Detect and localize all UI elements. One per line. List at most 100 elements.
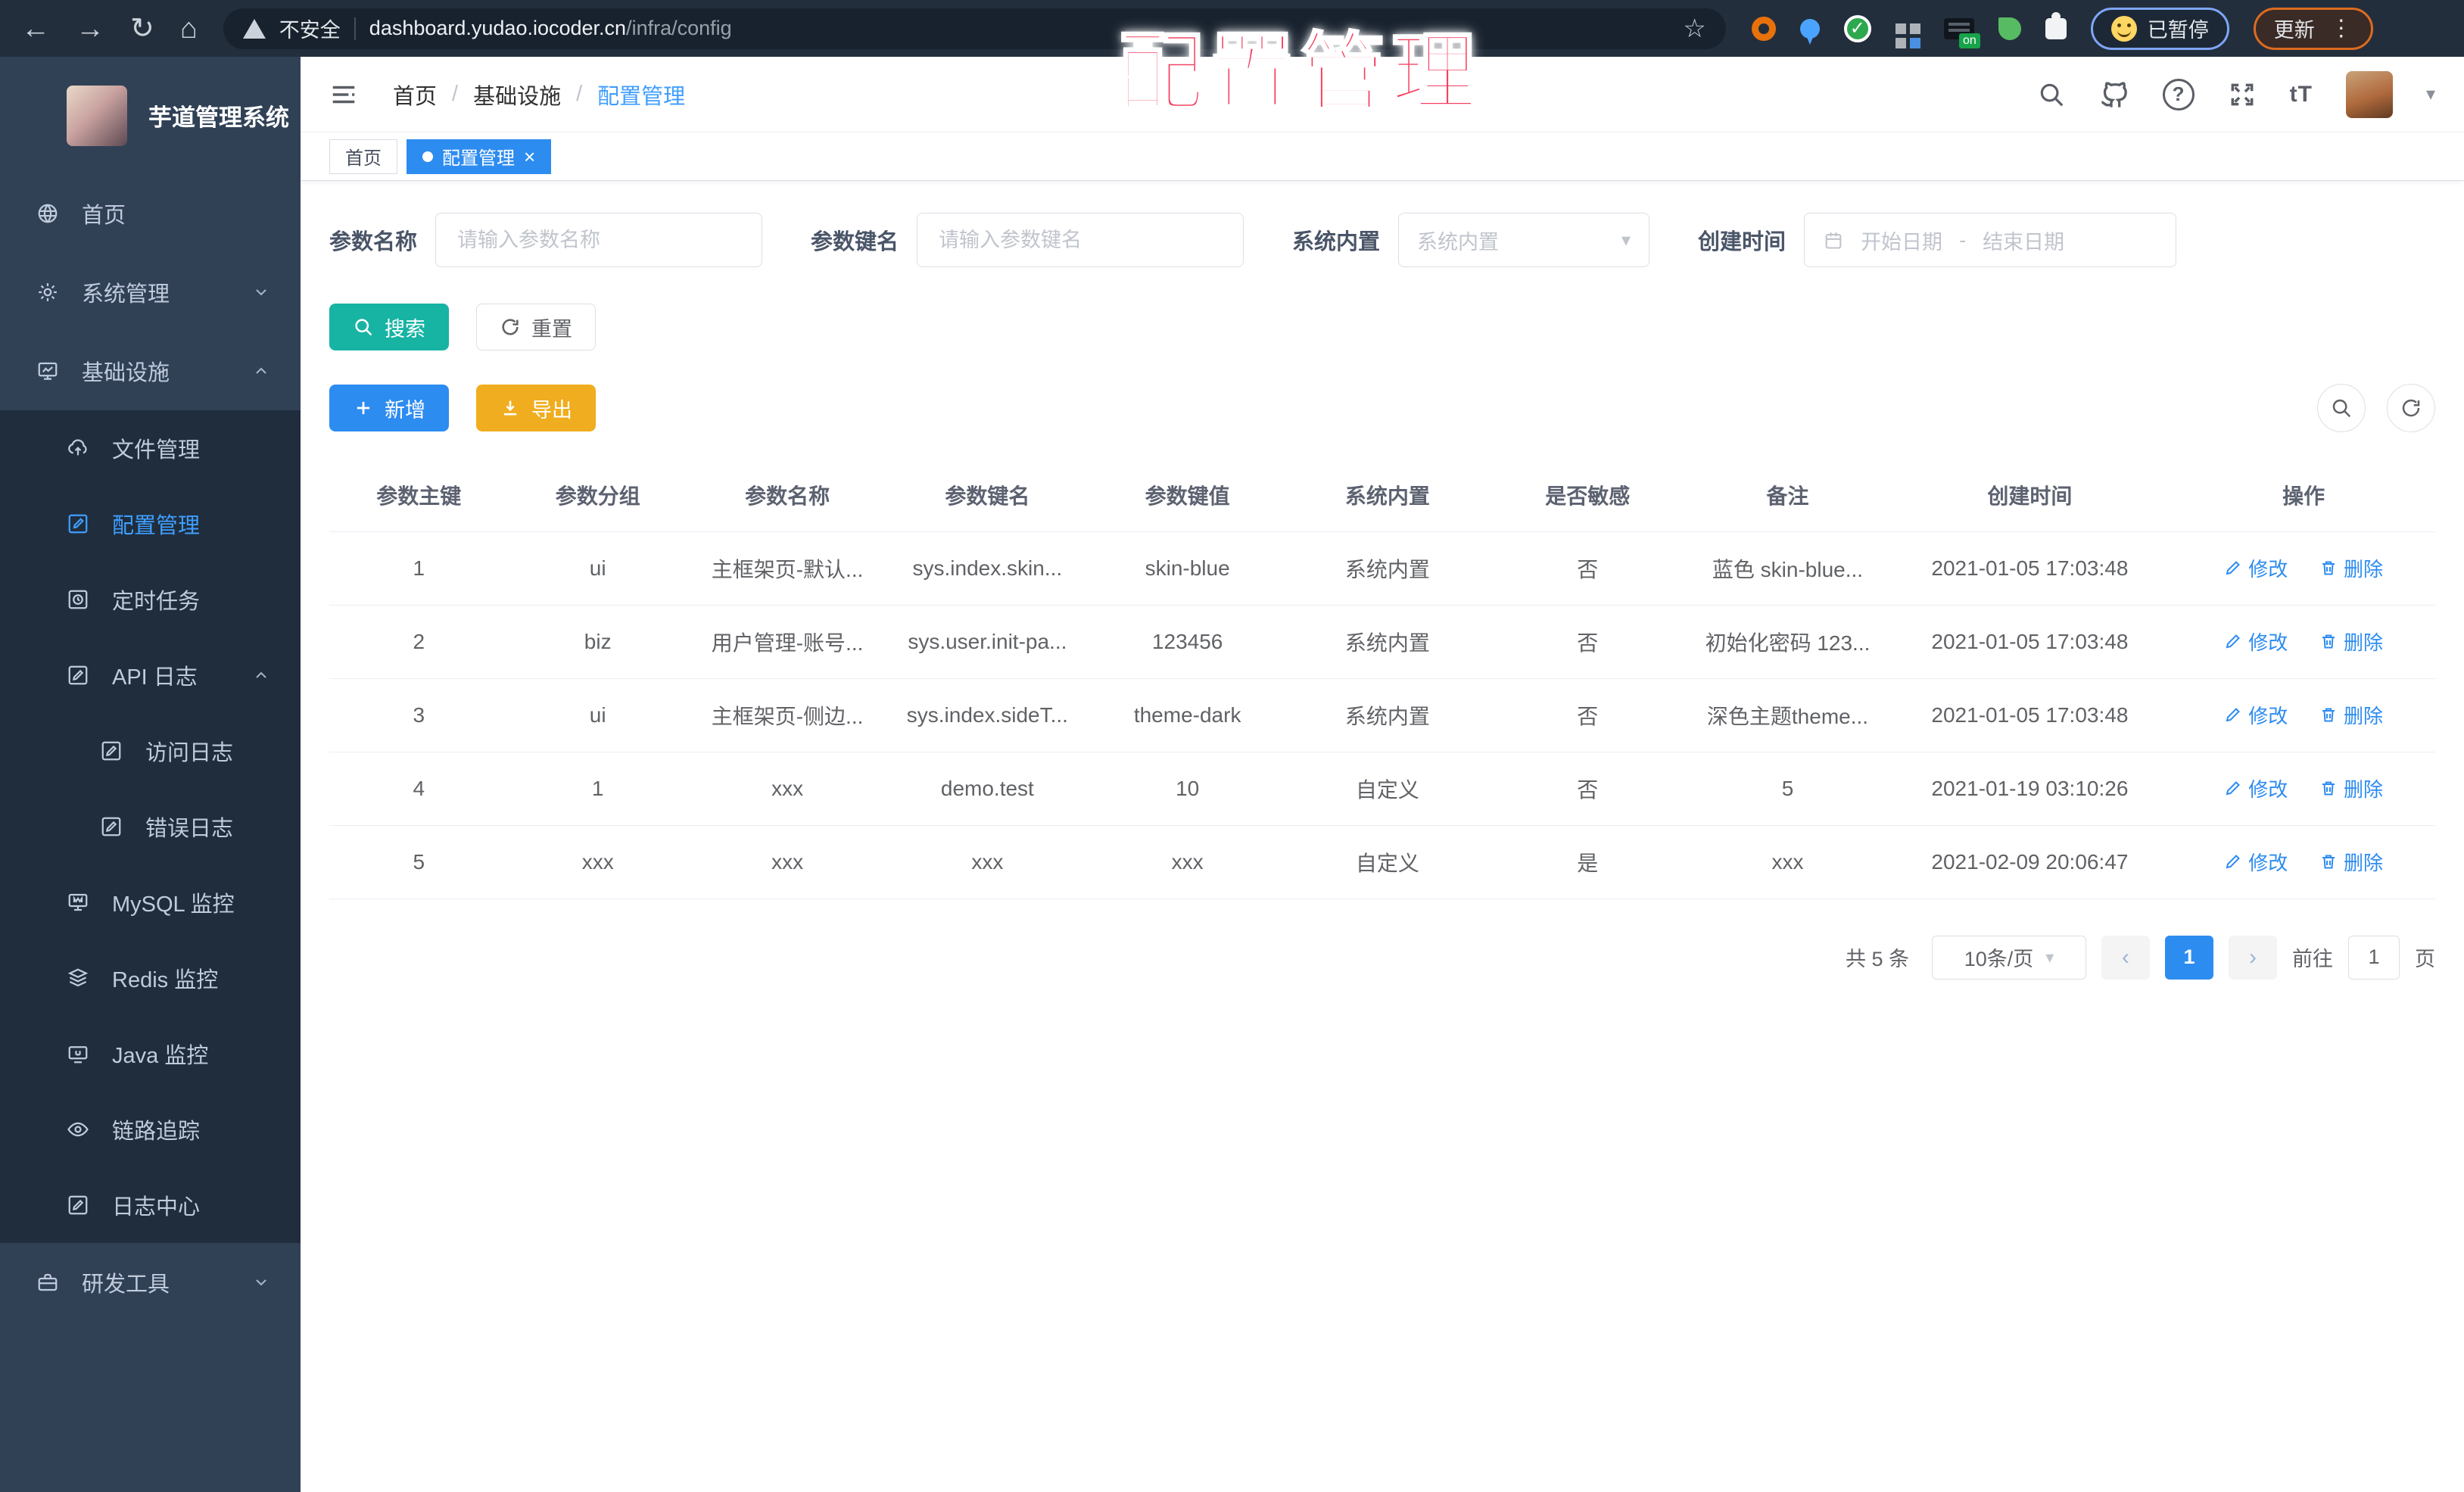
- search-button[interactable]: 搜索: [329, 304, 449, 350]
- pagination: 共 5 条 10条/页 ▾ ‹ 1 › 前往 页: [329, 935, 2435, 980]
- delete-link[interactable]: 删除: [2319, 554, 2383, 582]
- sidebar-item-label: 文件管理: [112, 438, 201, 463]
- security-warning-icon[interactable]: [242, 18, 266, 39]
- cell-value: theme-dark: [1087, 678, 1288, 752]
- edit-link[interactable]: 修改: [2224, 701, 2288, 729]
- trash-icon: [2322, 708, 2335, 722]
- sidebar-item-access-log[interactable]: 访问日志: [0, 713, 301, 789]
- breadcrumb-infra[interactable]: 基础设施: [473, 79, 561, 111]
- sidebar-item-label: 研发工具: [82, 1272, 170, 1297]
- url-path: /infra/config: [626, 17, 732, 39]
- extensions-puzzle-icon[interactable]: [2045, 11, 2067, 39]
- github-icon[interactable]: [2099, 79, 2129, 110]
- browser-update-button[interactable]: 更新 ⋮: [2253, 7, 2373, 50]
- sidebar-item-label: 系统管理: [82, 282, 170, 307]
- delete-link[interactable]: 删除: [2319, 774, 2383, 802]
- reset-button[interactable]: 重置: [476, 304, 596, 350]
- tag-label: 配置管理: [442, 148, 515, 169]
- sidebar-item-redis[interactable]: Redis 监控: [0, 940, 301, 1016]
- bookmark-star-icon[interactable]: ☆: [1683, 14, 1705, 44]
- edit-link[interactable]: 修改: [2224, 554, 2288, 582]
- sidebar-item-error-log[interactable]: 错误日志: [0, 789, 301, 864]
- edit-link[interactable]: 修改: [2224, 628, 2288, 656]
- chevron-up-icon: [256, 367, 266, 374]
- extension-grid-icon[interactable]: [1895, 23, 1906, 34]
- cell-created: 2021-01-05 17:03:48: [1887, 605, 2173, 679]
- user-menu-caret-icon[interactable]: ▾: [2426, 83, 2435, 105]
- refresh-table-button[interactable]: [2387, 384, 2435, 432]
- extension-check-icon[interactable]: ✓: [1843, 14, 1871, 42]
- font-size-icon[interactable]: tT: [2290, 82, 2313, 107]
- col-group: 参数分组: [508, 459, 687, 532]
- delete-link[interactable]: 删除: [2319, 848, 2383, 876]
- sidebar-item-home[interactable]: 首页: [0, 174, 301, 253]
- address-bar[interactable]: 不安全 dashboard.yudao.iocoder.cn/infra/con…: [223, 8, 1726, 49]
- sidebar-item-java[interactable]: Java 监控: [0, 1016, 301, 1092]
- delete-link[interactable]: 删除: [2319, 628, 2383, 656]
- filter-builtin-select[interactable]: 系统内置 ▾: [1398, 213, 1650, 267]
- extension-orange-icon[interactable]: [1751, 16, 1776, 41]
- cell-remark: 初始化密码 123...: [1687, 605, 1888, 679]
- add-button[interactable]: 新增: [329, 385, 449, 431]
- help-icon[interactable]: ?: [2162, 78, 2195, 111]
- user-avatar[interactable]: [2345, 70, 2393, 118]
- extension-switch-icon[interactable]: on: [1943, 17, 1980, 48]
- sidebar-item-infra[interactable]: 基础设施: [0, 332, 301, 410]
- browser-reload-icon[interactable]: ↻: [130, 14, 154, 43]
- sidebar-item-devtools[interactable]: 研发工具: [0, 1243, 301, 1322]
- sidebar-item-job[interactable]: 定时任务: [0, 562, 301, 637]
- sidebar-item-log-center[interactable]: 日志中心: [0, 1167, 301, 1243]
- table-row: 1 ui 主框架页-默认... sys.index.skin... skin-b…: [329, 531, 2435, 606]
- sidebar-item-tracer[interactable]: 链路追踪: [0, 1092, 301, 1167]
- sidebar-item-config[interactable]: 配置管理: [0, 486, 301, 562]
- download-icon: [503, 400, 517, 416]
- tag-close-icon[interactable]: ×: [524, 147, 535, 167]
- sidebar: 芋道管理系统 首页 系统管理 基础设施 文件管理 配置管理 定时任务 API 日…: [0, 57, 301, 1492]
- extension-pin-icon[interactable]: [1799, 18, 1820, 45]
- extension-leaf-icon[interactable]: [1998, 17, 2021, 40]
- search-icon[interactable]: [2037, 80, 2066, 109]
- breadcrumb-separator: /: [452, 82, 459, 106]
- sidebar-item-mysql[interactable]: MySQL 监控: [0, 864, 301, 940]
- current-page-button[interactable]: 1: [2165, 935, 2213, 980]
- tag-home[interactable]: 首页: [329, 139, 397, 174]
- browser-forward-icon[interactable]: →: [76, 14, 104, 43]
- sidebar-item-system[interactable]: 系统管理: [0, 253, 301, 332]
- browser-back-icon[interactable]: ←: [21, 14, 50, 43]
- cell-remark: 5: [1687, 752, 1888, 826]
- page-size-select[interactable]: 10条/页 ▾: [1932, 935, 2086, 980]
- sidebar-item-label: 定时任务: [112, 590, 201, 614]
- date-end-placeholder: 结束日期: [1983, 230, 2065, 254]
- browser-home-icon[interactable]: ⌂: [180, 14, 198, 43]
- fullscreen-icon[interactable]: [2228, 80, 2257, 109]
- browser-menu-icon[interactable]: ⋮: [2330, 15, 2353, 42]
- breadcrumb-home[interactable]: 首页: [393, 79, 437, 111]
- filter-daterange-picker[interactable]: 开始日期 - 结束日期: [1804, 213, 2177, 267]
- sidebar-item-label: 首页: [82, 204, 126, 228]
- goto-page-input[interactable]: [2348, 935, 2400, 980]
- tag-config[interactable]: 配置管理 ×: [407, 139, 552, 174]
- filter-key-input[interactable]: [917, 213, 1244, 267]
- profile-paused-chip[interactable]: 已暂停: [2090, 7, 2229, 50]
- trash-icon: [2322, 781, 2335, 796]
- sidebar-item-files[interactable]: 文件管理: [0, 410, 301, 486]
- sidebar-item-api-log[interactable]: API 日志: [0, 637, 301, 713]
- filter-date-label: 创建时间: [1698, 230, 1786, 254]
- on-badge: on: [1959, 33, 1980, 48]
- cell-sensitive: 否: [1487, 678, 1688, 752]
- prev-page-button[interactable]: ‹: [2101, 935, 2150, 980]
- next-page-button[interactable]: ›: [2229, 935, 2277, 980]
- hamburger-icon[interactable]: [329, 80, 358, 109]
- export-button[interactable]: 导出: [476, 385, 596, 431]
- pencil-icon: [2226, 855, 2241, 869]
- table-row: 3 ui 主框架页-侧边... sys.index.sideT... theme…: [329, 678, 2435, 752]
- cloud-upload-icon: [68, 439, 87, 456]
- cell-id: 2: [329, 605, 509, 679]
- delete-link[interactable]: 删除: [2319, 701, 2383, 729]
- edit-link[interactable]: 修改: [2224, 848, 2288, 876]
- toggle-search-button[interactable]: [2317, 384, 2366, 432]
- filter-form: 参数名称 参数键名 系统内置 系统内置 ▾ 创建时间 开始日期: [329, 213, 2435, 267]
- filter-name-input[interactable]: [435, 213, 763, 267]
- search-icon: [355, 319, 372, 336]
- edit-link[interactable]: 修改: [2224, 774, 2288, 802]
